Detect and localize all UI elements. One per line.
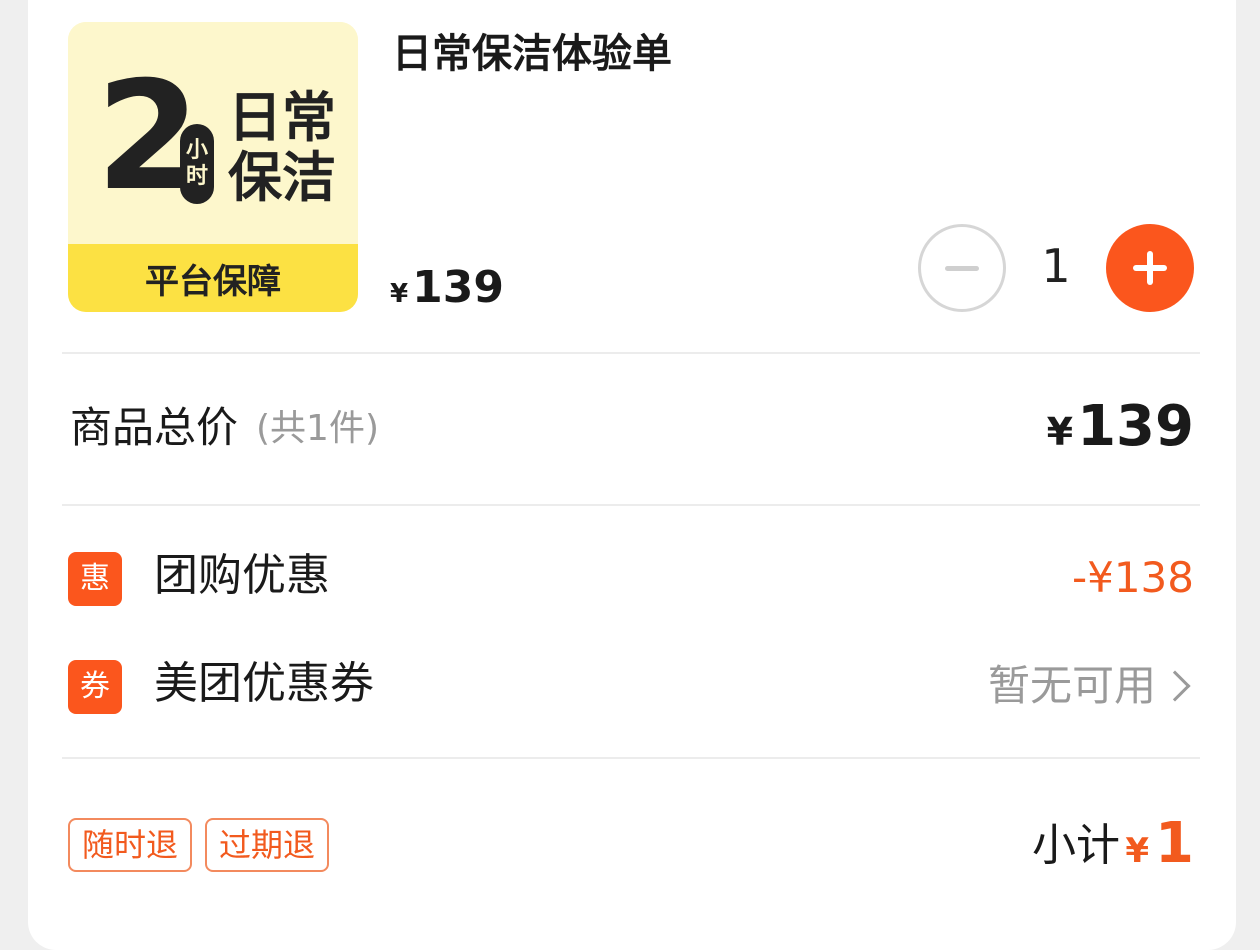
decrease-quantity-button[interactable] — [918, 224, 1006, 312]
refund-anytime-tag: 随时退 — [68, 818, 193, 872]
group-buy-discount-label: 团购优惠 — [154, 550, 330, 601]
thumbnail-title: 日常 保洁 — [228, 88, 336, 208]
total-price-label: 商品总价 — [70, 403, 239, 452]
divider — [62, 757, 1200, 759]
group-buy-discount-value: -¥138 — [1071, 553, 1194, 602]
coupon-label[interactable]: 美团优惠券 — [154, 656, 374, 712]
product-price: ¥139 — [390, 262, 504, 313]
coupon-icon: 券 — [68, 660, 122, 714]
subtotal-number: 1 — [1155, 811, 1194, 876]
increase-quantity-button[interactable] — [1106, 224, 1194, 312]
subtotal-value: ¥1 — [1125, 810, 1194, 891]
total-price-number: 139 — [1077, 394, 1194, 459]
thumbnail-title-line2: 保洁 — [228, 146, 336, 209]
quantity-value: 1 — [1041, 239, 1071, 293]
thumbnail-title-line1: 日常 — [228, 86, 336, 149]
thumbnail-unit-top: 小 — [185, 138, 208, 163]
subtotal-symbol: ¥ — [1125, 831, 1150, 871]
total-price-symbol: ¥ — [1046, 410, 1074, 454]
thumbnail-hour-pill: 小 时 — [180, 124, 214, 204]
total-price-value: ¥139 — [1047, 394, 1194, 473]
product-thumbnail[interactable]: 2 小 时 日常 保洁 平台保障 — [68, 22, 358, 312]
refund-on-expiry-tag: 过期退 — [205, 818, 330, 872]
product-price-symbol: ¥ — [390, 279, 409, 309]
discount-icon: 惠 — [68, 552, 122, 606]
divider — [62, 352, 1200, 354]
subtotal-label: 小计 — [1032, 820, 1120, 871]
product-name[interactable]: 日常保洁体验单 — [392, 30, 672, 78]
thumbnail-unit-bottom: 时 — [185, 164, 208, 189]
total-item-count: (共1件) — [256, 408, 379, 449]
product-price-value: 139 — [412, 262, 504, 313]
divider — [62, 504, 1200, 506]
thumbnail-guarantee-badge: 平台保障 — [68, 244, 358, 312]
coupon-status[interactable]: 暂无可用 — [988, 658, 1156, 714]
